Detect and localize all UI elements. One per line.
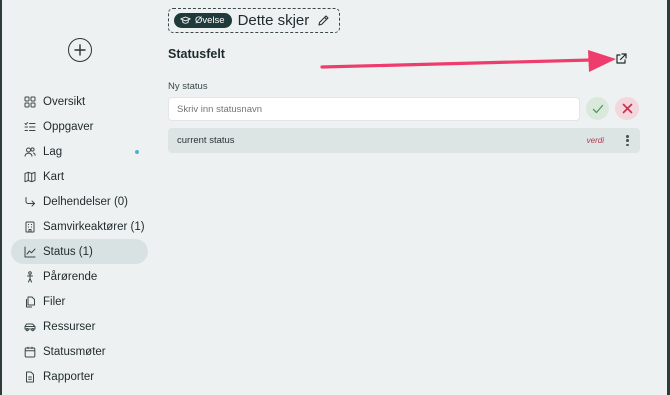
chart-line-icon [24,246,36,258]
files-icon [24,296,36,308]
notification-dot [135,150,139,154]
sidebar-item-lag[interactable]: Lag [11,139,148,164]
sidebar-item-samvirkeaktorer[interactable]: Samvirkeaktører (1) [11,214,148,239]
vehicle-icon [24,321,36,333]
sidebar-item-label: Kart [43,170,65,183]
sidebar-item-kart[interactable]: Kart [11,164,148,189]
status-value-label: verdi [586,136,604,145]
sidebar-nav: Oversikt Oppgaver Lag Kart Delhendelser … [11,89,148,389]
annotation-arrow [320,50,616,72]
new-status-label: Ny status [168,81,208,92]
sidebar-item-label: Oversikt [43,95,86,108]
map-icon [24,171,36,183]
sidebar-item-label: Rapporter [43,370,95,383]
status-name: current status [177,135,235,146]
building-icon [24,221,36,233]
sidebar-item-label: Oppgaver [43,120,94,133]
sidebar-item-rapporter[interactable]: Rapporter [11,364,148,389]
close-icon [622,103,632,114]
sidebar-item-label: Filer [43,295,66,308]
sidebar-item-filer[interactable]: Filer [11,289,148,314]
plus-icon [74,44,86,56]
subdirectory-arrow-icon [24,196,36,208]
sidebar-item-oppgaver[interactable]: Oppgaver [11,114,148,139]
calendar-icon [24,346,36,358]
sidebar-item-label: Samvirkeaktører (1) [43,220,145,233]
badge-label: Øvelse [195,15,225,26]
sidebar-item-label: Lag [43,145,63,158]
sidebar-item-label: Pårørende [43,270,98,283]
sidebar-item-label: Status (1) [43,245,93,258]
sidebar-item-statusmoter[interactable]: Statusmøter [11,339,148,364]
graduation-cap-icon [180,16,191,24]
document-icon [24,371,36,383]
person-icon [24,270,36,283]
status-row[interactable]: current status verdi [168,128,640,153]
pencil-icon[interactable] [317,14,330,27]
sidebar-item-parorende[interactable]: Pårørende [11,264,148,289]
incident-title-box[interactable]: Øvelse Dette skjer [168,8,340,33]
cancel-button[interactable] [615,97,639,120]
checklist-icon [24,121,36,133]
sidebar-item-status[interactable]: Status (1) [11,239,148,264]
sidebar-item-label: Delhendelser (0) [43,195,129,208]
sidebar-item-oversikt[interactable]: Oversikt [11,89,148,114]
check-icon [592,104,603,113]
page-title: Dette skjer [237,12,310,29]
exercise-badge: Øvelse [174,13,232,28]
status-name-input[interactable] [168,97,580,121]
add-button[interactable] [68,38,92,62]
users-icon [24,146,36,158]
sidebar-item-delhendelser[interactable]: Delhendelser (0) [11,189,148,214]
sidebar: Oversikt Oppgaver Lag Kart Delhendelser … [2,0,157,395]
confirm-button[interactable] [586,97,609,120]
sidebar-item-ressurser[interactable]: Ressurser [11,314,148,339]
more-options-icon[interactable] [626,135,629,146]
section-title: Statusfelt [168,47,225,61]
sidebar-item-label: Ressurser [43,320,96,333]
grid-icon [24,96,36,108]
sidebar-item-label: Statusmøter [43,345,106,358]
